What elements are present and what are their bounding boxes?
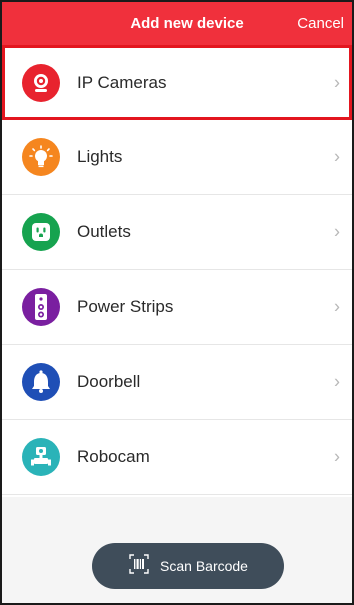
chevron-right-icon: › — [334, 371, 340, 392]
device-label: Power Strips — [77, 297, 174, 316]
barcode-icon — [128, 553, 150, 580]
ip-camera-icon — [22, 63, 60, 102]
chevron-right-icon: › — [334, 446, 340, 467]
device-label: Outlets — [77, 222, 131, 241]
device-label: Doorbell — [77, 372, 141, 391]
device-item-ip-cameras[interactable]: IP Cameras › — [2, 45, 352, 120]
device-item-robocam[interactable]: Robocam › — [2, 420, 352, 495]
device-label: Lights — [77, 147, 123, 166]
device-item-lights[interactable]: Lights › — [2, 120, 352, 195]
chevron-right-icon: › — [334, 296, 340, 317]
device-label: Robocam — [77, 447, 150, 466]
scan-barcode-button[interactable]: Scan Barcode — [92, 543, 284, 589]
outlet-icon — [22, 213, 60, 251]
power-strip-icon — [22, 288, 60, 326]
screen: Add new device Cancel IP Cameras › Light… — [0, 0, 354, 605]
scan-barcode-label: Scan Barcode — [160, 558, 248, 574]
header-bar: Add new device Cancel — [2, 2, 352, 45]
chevron-right-icon: › — [334, 146, 340, 167]
light-bulb-icon — [22, 138, 60, 176]
device-item-doorbell[interactable]: Doorbell › — [2, 345, 352, 420]
robocam-icon — [22, 438, 60, 476]
cancel-button[interactable]: Cancel — [297, 2, 344, 45]
chevron-right-icon: › — [334, 221, 340, 242]
device-label: IP Cameras — [77, 72, 167, 92]
device-item-power-strips[interactable]: Power Strips › — [2, 270, 352, 345]
device-list: IP Cameras › Lights › Outlets › Power St… — [2, 45, 352, 495]
bell-icon — [22, 363, 60, 401]
chevron-right-icon: › — [334, 72, 340, 92]
device-item-outlets[interactable]: Outlets › — [2, 195, 352, 270]
